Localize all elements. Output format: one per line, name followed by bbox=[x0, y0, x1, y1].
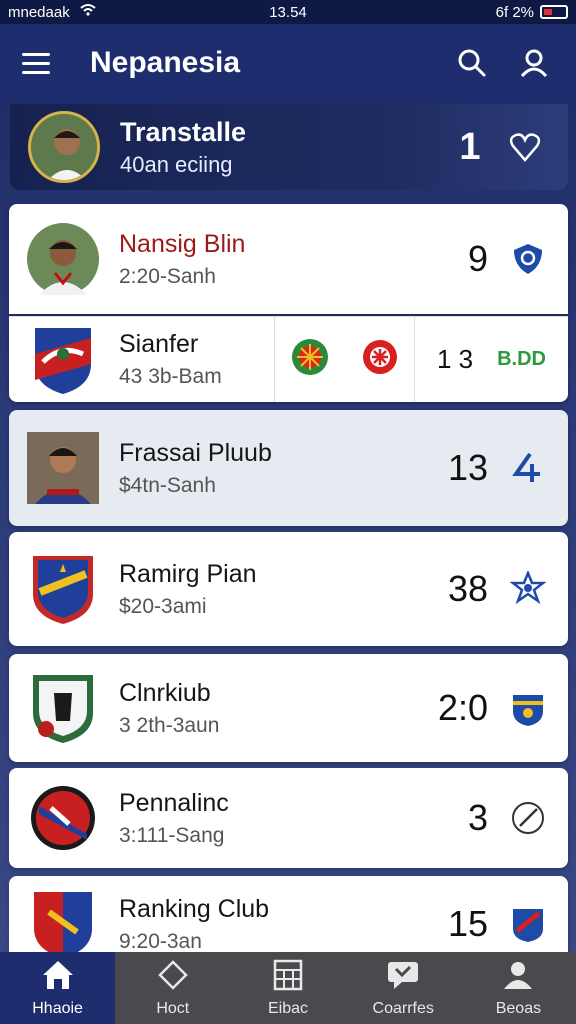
player-avatar bbox=[27, 432, 99, 504]
club-score: 13 bbox=[447, 447, 488, 488]
clock: 13.54 bbox=[269, 3, 307, 21]
wifi-icon bbox=[80, 3, 96, 21]
search-icon[interactable] bbox=[452, 43, 492, 83]
club-name: Pennalinc bbox=[119, 788, 229, 817]
app-title: Nepanesia bbox=[90, 46, 241, 79]
nav-label: Hoct bbox=[156, 999, 190, 1017]
bottom-navigation: Hhaoie Hoct Eibac Coarrfes Beoas bbox=[0, 952, 576, 1024]
list-item[interactable]: Nansig Blin 2:20-Sanh 9 bbox=[9, 204, 568, 314]
battery-icon bbox=[540, 5, 568, 19]
club-name: Ramirg Pian bbox=[119, 559, 257, 588]
club-name: Frassai Pluub bbox=[119, 438, 272, 467]
nav-label: Eibac bbox=[267, 999, 309, 1017]
club-name: Ranking Club bbox=[119, 894, 270, 923]
sun-emblem-icon[interactable] bbox=[291, 338, 329, 381]
club-crest bbox=[27, 782, 99, 854]
star-emblem-icon[interactable] bbox=[362, 339, 398, 380]
nav-label: Hhaoie bbox=[32, 999, 83, 1017]
badge-icon[interactable] bbox=[506, 902, 550, 946]
nav-eibac[interactable]: Eibac bbox=[230, 952, 345, 1024]
club-crest bbox=[27, 888, 99, 960]
star-badge-icon[interactable] bbox=[506, 567, 550, 611]
featured-banner[interactable]: Transtalle 40an eciing 1 bbox=[10, 104, 568, 190]
club-crest bbox=[27, 672, 99, 744]
featured-subtitle: 40an eciing bbox=[120, 151, 233, 177]
featured-title: Transtalle bbox=[120, 116, 247, 147]
diamond-icon bbox=[158, 959, 188, 996]
club-time: $20-3ami bbox=[119, 594, 207, 618]
grid-icon bbox=[273, 959, 303, 996]
nav-coarrfes[interactable]: Coarrfes bbox=[346, 952, 461, 1024]
club-time: 43 3b-Bam bbox=[119, 365, 222, 388]
chat-icon bbox=[386, 959, 420, 996]
club-score: 9 bbox=[467, 238, 488, 279]
club-crest bbox=[27, 553, 99, 625]
list-item[interactable]: Frassai Pluub $4tn-Sanh 13 bbox=[9, 410, 568, 526]
club-stats[interactable]: 1 3 B.DD bbox=[415, 317, 568, 402]
home-icon bbox=[41, 959, 75, 996]
list-item[interactable]: Pennalinc 3:111-Sang 3 bbox=[9, 768, 568, 868]
arrow-icon[interactable] bbox=[506, 446, 550, 490]
club-time: $4tn-Sanh bbox=[119, 473, 216, 497]
status-bar: mnedaak 13.54 6f 2% bbox=[0, 0, 576, 24]
nav-home[interactable]: Hhaoie bbox=[0, 952, 116, 1024]
club-score: 38 bbox=[447, 568, 488, 609]
club-name: Clnrkiub bbox=[119, 678, 211, 707]
club-name: Nansig Blin bbox=[119, 229, 246, 258]
club-entry[interactable]: Sianfer 43 3b-Bam bbox=[9, 317, 275, 402]
club-time: 3:111-Sang bbox=[119, 823, 225, 847]
club-score: 1 3 bbox=[436, 344, 474, 374]
player-avatar bbox=[28, 111, 100, 183]
club-time: 3 2th-3aun bbox=[119, 713, 220, 737]
list-item[interactable]: Clnrkiub 3 2th-3aun 2:0 bbox=[9, 654, 568, 762]
menu-icon[interactable] bbox=[22, 46, 56, 80]
list-item[interactable]: Ramirg Pian $20-3ami 38 bbox=[9, 532, 568, 646]
carrier-label: mnedaak bbox=[8, 3, 70, 21]
player-avatar bbox=[27, 223, 99, 295]
club-score: 15 bbox=[447, 903, 488, 944]
club-time: 9:20-3an bbox=[119, 929, 202, 953]
crest-icon[interactable] bbox=[506, 686, 550, 730]
battery-label: 6f 2% bbox=[495, 3, 534, 21]
pen-icon[interactable] bbox=[506, 796, 550, 840]
nav-beoas[interactable]: Beoas bbox=[461, 952, 576, 1024]
club-name: Sianfer bbox=[119, 330, 199, 358]
app-bar: Nepanesia bbox=[0, 24, 576, 102]
person-icon bbox=[502, 959, 534, 996]
club-score: 3 bbox=[467, 797, 488, 838]
list-item: Sianfer 43 3b-Bam 1 3 B.DD bbox=[9, 316, 568, 402]
nav-label: Beoas bbox=[495, 999, 542, 1017]
club-time: 2:20-Sanh bbox=[119, 264, 216, 288]
nav-label: Coarrfes bbox=[372, 999, 434, 1017]
featured-number: 1 bbox=[459, 125, 481, 168]
club-crest bbox=[27, 324, 99, 396]
user-icon[interactable] bbox=[514, 43, 554, 83]
shield-badge-icon[interactable] bbox=[506, 237, 550, 281]
heart-outline-icon[interactable] bbox=[500, 122, 550, 172]
club-score: 2:0 bbox=[437, 687, 488, 728]
club-stat: B.DD bbox=[497, 348, 546, 370]
nav-hoct[interactable]: Hoct bbox=[115, 952, 230, 1024]
